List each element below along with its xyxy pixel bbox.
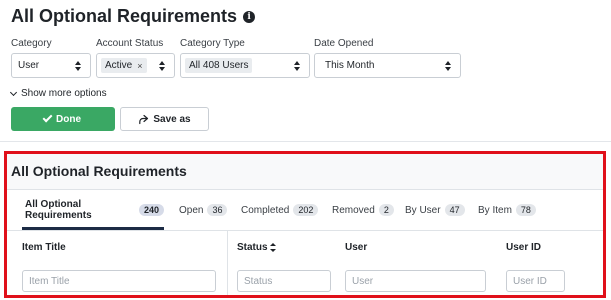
user-id-filter-input[interactable] [506, 270, 565, 292]
account-status-filter: Account Status Active × [96, 38, 175, 78]
tab-completed[interactable]: Completed 202 [241, 190, 319, 230]
status-filter-input[interactable] [237, 270, 331, 292]
tab-removed[interactable]: Removed 2 [332, 190, 394, 230]
category-type-select[interactable]: All 408 Users [180, 53, 310, 78]
tab-open[interactable]: Open 36 [179, 190, 228, 230]
done-button[interactable]: Done [11, 107, 115, 131]
checkmark-icon [42, 112, 53, 123]
share-arrow-icon [139, 114, 149, 124]
category-value: User [18, 60, 40, 71]
remove-chip-icon[interactable]: × [137, 61, 142, 71]
panel-title: All Optional Requirements [11, 163, 187, 179]
category-type-label: Category Type [180, 38, 245, 49]
save-as-label: Save as [153, 113, 191, 125]
save-as-button[interactable]: Save as [120, 107, 209, 131]
account-status-label: Account Status [96, 38, 164, 49]
page-title: All Optional Requirements i [11, 6, 256, 27]
column-header-label: User ID [506, 242, 542, 253]
tab-count-badge: 202 [293, 204, 319, 216]
select-arrows-icon [445, 60, 452, 72]
date-opened-value: This Month [325, 60, 375, 71]
date-opened-select[interactable]: This Month [314, 53, 461, 78]
requirements-panel: All Optional Requirements All Optional R… [4, 151, 606, 298]
tab-label: Open [179, 204, 204, 216]
tab-by-user[interactable]: By User 47 [405, 190, 465, 230]
tab-label: By Item [478, 204, 512, 216]
tab-label: Removed [332, 204, 375, 216]
requirements-table: Item Title Status User User ID [7, 231, 603, 295]
date-opened-label: Date Opened [314, 38, 374, 49]
category-label: Category [11, 38, 52, 49]
category-type-chip: All 408 Users [185, 58, 253, 73]
show-more-options-label: Show more options [21, 88, 107, 99]
category-select[interactable]: User [11, 53, 91, 78]
select-arrows-icon [159, 60, 166, 72]
category-type-filter: Category Type All 408 Users [180, 38, 310, 78]
tab-count-badge: 2 [378, 204, 394, 216]
done-label: Done [56, 113, 81, 125]
tab-by-item[interactable]: By Item 78 [478, 190, 536, 230]
tab-count-badge: 47 [444, 204, 465, 216]
show-more-options-toggle[interactable]: Show more options [9, 88, 107, 99]
section-divider [0, 141, 611, 142]
column-header-status[interactable]: Status [237, 242, 276, 253]
tab-count-badge: 240 [138, 204, 164, 216]
tab-count-badge: 36 [207, 204, 228, 216]
tab-bar: All Optional Requirements 240 Open 36 Co… [7, 190, 603, 230]
column-separator [227, 231, 228, 295]
column-header-label: Item Title [22, 242, 66, 253]
account-status-select[interactable]: Active × [96, 53, 175, 78]
sort-icon[interactable] [269, 243, 276, 252]
column-header-user-id[interactable]: User ID [506, 242, 541, 253]
select-arrows-icon [294, 60, 301, 72]
active-chip: Active × [101, 58, 147, 73]
category-type-value: All 408 Users [189, 60, 249, 71]
tab-all-optional-requirements[interactable]: All Optional Requirements 240 [22, 190, 164, 230]
column-header-label: Status [237, 242, 268, 253]
user-filter-input[interactable] [345, 270, 486, 292]
column-header-user[interactable]: User [345, 242, 367, 253]
tab-label: By User [405, 204, 441, 216]
date-opened-filter: Date Opened This Month [314, 38, 461, 78]
chevron-down-icon [9, 88, 18, 96]
active-chip-label: Active [105, 60, 133, 71]
tab-label: Completed [241, 204, 290, 216]
item-title-filter-input[interactable] [22, 270, 216, 292]
column-header-item-title[interactable]: Item Title [22, 242, 66, 253]
info-icon[interactable]: i [243, 10, 256, 23]
tab-count-badge: 78 [515, 204, 536, 216]
tab-label: All Optional Requirements [25, 199, 92, 221]
page-title-text: All Optional Requirements [11, 6, 238, 26]
select-arrows-icon [75, 60, 82, 72]
category-filter: Category User [11, 38, 91, 78]
column-header-label: User [345, 242, 368, 253]
